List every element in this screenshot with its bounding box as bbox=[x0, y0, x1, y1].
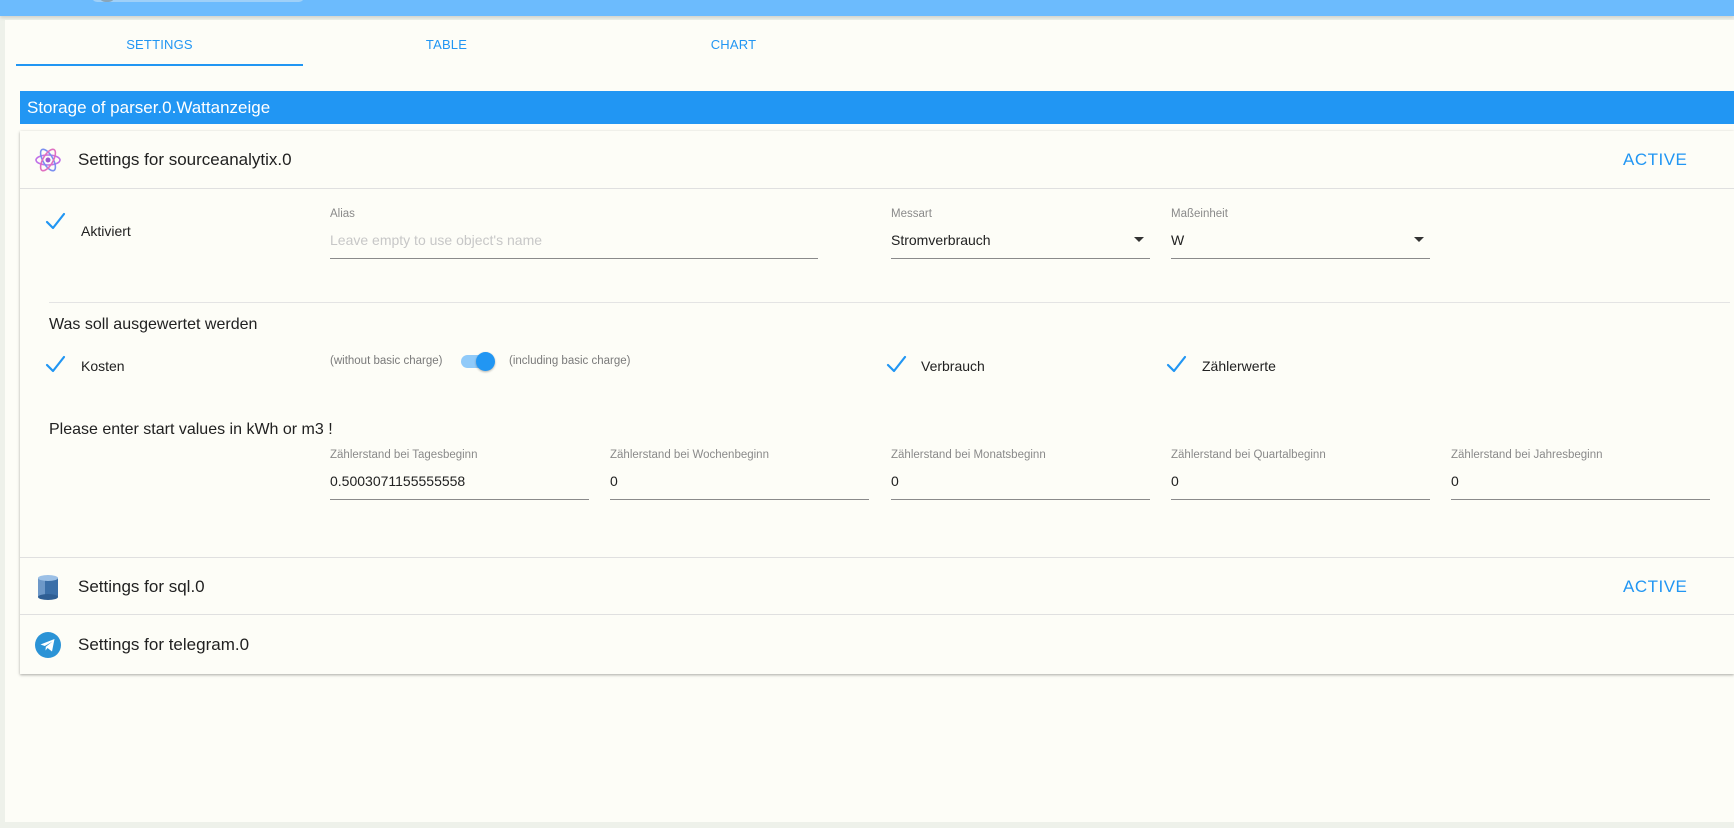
telegram-icon bbox=[34, 631, 62, 659]
section-divider bbox=[49, 302, 1730, 303]
start-value-day-input[interactable]: 0.5003071155555558 bbox=[330, 473, 589, 489]
verbrauch-checkbox[interactable] bbox=[885, 353, 907, 375]
top-app-bar bbox=[0, 0, 1734, 16]
check-icon bbox=[886, 355, 907, 373]
atom-icon bbox=[34, 146, 62, 174]
settings-card: Settings for sourceanalytix.0 ACTIVE Akt… bbox=[20, 131, 1734, 674]
messart-value: Stromverbrauch bbox=[891, 232, 991, 248]
start-value-month-field[interactable]: Zählerstand bei Monatsbeginn 0 bbox=[891, 449, 1150, 500]
messart-underline bbox=[891, 258, 1150, 259]
zaehlerwerte-label: Zählerwerte bbox=[1202, 358, 1276, 374]
start-value-quarter-input[interactable]: 0 bbox=[1171, 473, 1430, 489]
start-value-year-field[interactable]: Zählerstand bei Jahresbeginn 0 bbox=[1451, 449, 1710, 500]
status-badge-sql: ACTIVE bbox=[1623, 577, 1688, 596]
start-value-week-field[interactable]: Zählerstand bei Wochenbeginn 0 bbox=[610, 449, 869, 500]
start-value-day-underline bbox=[330, 499, 589, 500]
start-value-week-label: Zählerstand bei Wochenbeginn bbox=[610, 449, 769, 461]
start-value-year-input[interactable]: 0 bbox=[1451, 473, 1710, 489]
chevron-down-icon bbox=[1134, 237, 1144, 242]
masseinheit-underline bbox=[1171, 258, 1430, 259]
check-icon bbox=[1166, 355, 1187, 373]
start-value-quarter-field[interactable]: Zählerstand bei Quartalbeginn 0 bbox=[1171, 449, 1430, 500]
check-icon bbox=[45, 212, 66, 230]
start-value-year-underline bbox=[1451, 499, 1710, 500]
zaehlerwerte-checkbox[interactable] bbox=[1165, 353, 1187, 375]
section-header-sourceanalytix[interactable]: Settings for sourceanalytix.0 ACTIVE bbox=[20, 131, 1734, 189]
section-title-sql: Settings for sql.0 bbox=[78, 577, 205, 596]
alias-field[interactable]: Alias Leave empty to use object's name bbox=[330, 208, 818, 259]
switch-thumb bbox=[476, 352, 495, 371]
start-value-week-input[interactable]: 0 bbox=[610, 473, 869, 489]
evaluation-title: Was soll ausgewertet werden bbox=[49, 316, 258, 333]
section-title-telegram: Settings for telegram.0 bbox=[78, 635, 250, 654]
tab-settings[interactable]: SETTINGS bbox=[16, 24, 303, 66]
start-value-month-input[interactable]: 0 bbox=[891, 473, 1150, 489]
basic-charge-switch[interactable] bbox=[459, 351, 495, 371]
tab-chart[interactable]: CHART bbox=[590, 24, 877, 66]
check-icon bbox=[45, 355, 66, 373]
tab-table[interactable]: TABLE bbox=[303, 24, 590, 66]
status-badge-sourceanalytix: ACTIVE bbox=[1623, 150, 1688, 169]
aktiviert-label: Aktiviert bbox=[81, 223, 131, 239]
verbrauch-label: Verbrauch bbox=[921, 358, 985, 374]
kosten-label: Kosten bbox=[81, 358, 125, 374]
messart-label: Messart bbox=[891, 208, 932, 220]
start-value-week-underline bbox=[610, 499, 869, 500]
section-header-sql[interactable]: Settings for sql.0 ACTIVE bbox=[20, 557, 1734, 615]
start-values-title: Please enter start values in kWh or m3 ! bbox=[49, 421, 333, 438]
alias-input[interactable]: Leave empty to use object's name bbox=[330, 232, 818, 248]
section-title-sourceanalytix: Settings for sourceanalytix.0 bbox=[78, 150, 292, 169]
messart-select[interactable]: Messart Stromverbrauch bbox=[891, 208, 1150, 259]
masseinheit-select[interactable]: Maßeinheit W bbox=[1171, 208, 1430, 259]
masseinheit-label: Maßeinheit bbox=[1171, 208, 1228, 220]
alias-underline bbox=[330, 258, 818, 259]
start-value-quarter-underline bbox=[1171, 499, 1430, 500]
section-header-telegram[interactable]: Settings for telegram.0 bbox=[20, 616, 1734, 674]
top-search-pill[interactable] bbox=[92, 0, 304, 2]
including-basic-charge-label: (including basic charge) bbox=[509, 355, 631, 367]
start-value-month-underline bbox=[891, 499, 1150, 500]
aktiviert-checkbox[interactable] bbox=[44, 210, 66, 232]
alias-label: Alias bbox=[330, 208, 355, 220]
without-basic-charge-label: (without basic charge) bbox=[330, 355, 443, 367]
start-value-month-label: Zählerstand bei Monatsbeginn bbox=[891, 449, 1046, 461]
database-icon bbox=[34, 573, 62, 601]
masseinheit-value: W bbox=[1171, 232, 1185, 248]
start-value-day-field[interactable]: Zählerstand bei Tagesbeginn 0.5003071155… bbox=[330, 449, 589, 500]
start-value-year-label: Zählerstand bei Jahresbeginn bbox=[1451, 449, 1603, 461]
storage-header: Storage of parser.0.Wattanzeige bbox=[20, 91, 1734, 124]
start-value-day-label: Zählerstand bei Tagesbeginn bbox=[330, 449, 478, 461]
chevron-down-icon bbox=[1414, 237, 1424, 242]
tab-active-indicator bbox=[16, 64, 303, 66]
start-value-quarter-label: Zählerstand bei Quartalbeginn bbox=[1171, 449, 1326, 461]
kosten-checkbox[interactable] bbox=[44, 353, 66, 375]
tab-bar: SETTINGS TABLE CHART bbox=[16, 24, 1734, 66]
